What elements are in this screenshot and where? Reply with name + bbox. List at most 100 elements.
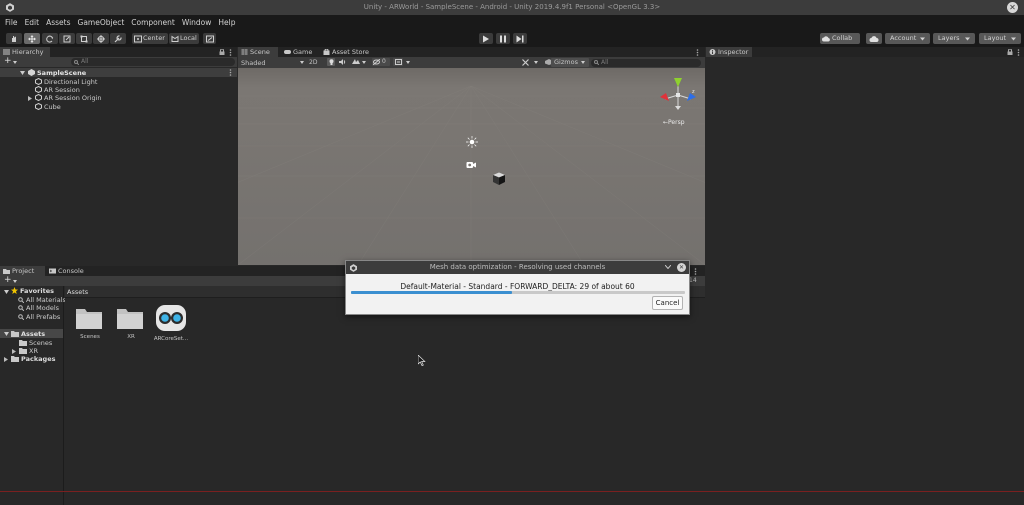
assets-root-item[interactable]: Assets [0,329,63,338]
chevron-down-icon[interactable] [20,71,25,75]
chevron-right-icon[interactable] [4,357,8,362]
mouse-cursor-icon [418,355,426,366]
menu-gameobject[interactable]: GameObject [78,18,125,27]
tab-scene[interactable]: Scene [238,47,278,57]
menu-file[interactable]: File [5,18,18,27]
menu-component[interactable]: Component [131,18,175,27]
favorite-all-prefabs[interactable]: All Prefabs [18,313,60,321]
asset-folder-xr[interactable]: XR [19,347,38,355]
layout-dropdown[interactable]: Layout [979,33,1021,44]
scene-root-row[interactable]: SampleScene [0,68,237,77]
pivot-center-toggle[interactable]: Center [132,33,168,44]
packages-root-item[interactable]: Packages [11,355,55,363]
scale-tool-button[interactable] [59,33,75,44]
audio-speaker-icon[interactable] [339,59,346,65]
chevron-down-icon[interactable] [665,265,671,269]
hand-tool-button[interactable] [6,33,22,44]
play-button[interactable] [479,33,493,44]
rotate-icon [46,35,54,43]
custom-tool-button[interactable] [110,33,126,44]
project-sidebar: Favorites All Materials All Models All P… [0,286,66,505]
hierarchy-item-cube[interactable]: Cube [35,102,61,111]
hierarchy-item-ar-session[interactable]: AR Session [35,85,80,94]
tab-project-label: Project [12,267,35,275]
cube-object[interactable] [491,171,506,186]
kebab-menu-icon[interactable] [696,49,699,56]
favorites-header[interactable]: Favorites [4,287,54,295]
pause-button[interactable] [496,33,510,44]
main-toolbar: Center Local Collab Account Layers Layou… [0,30,1024,47]
lock-icon[interactable] [1007,49,1013,55]
hierarchy-panel: Hierarchy + All SampleScene Directional … [0,47,237,265]
menu-window[interactable]: Window [182,18,212,27]
center-pivot-icon [134,35,142,42]
dialog-progress-fill [351,291,513,294]
menu-assets[interactable]: Assets [46,18,70,27]
step-button[interactable] [513,33,527,44]
collab-button[interactable]: Collab [820,33,860,44]
menu-help[interactable]: Help [218,18,235,27]
camera-gizmo-icon[interactable] [466,161,476,169]
layers-dropdown[interactable]: Layers [933,33,975,44]
camera-grid-icon [394,59,402,65]
dialog-close-icon[interactable]: ✕ [677,263,686,272]
directional-light-gizmo-icon[interactable] [466,136,478,148]
account-dropdown[interactable]: Account [885,33,930,44]
hierarchy-search-input[interactable]: All [71,58,235,66]
gizmos-dropdown[interactable]: Gizmos [551,58,589,67]
persp-label[interactable]: ←Persp [663,119,685,126]
rect-transform-icon [80,35,88,42]
asset-grid-item-arcore-settings[interactable]: ARCoreSet... [153,304,189,342]
kebab-menu-icon[interactable] [694,268,697,275]
hierarchy-item-directional-light[interactable]: Directional Light [35,77,97,86]
project-add-button[interactable]: + [4,275,12,285]
scene-search-input[interactable]: All [591,58,701,67]
account-label: Account [890,34,917,42]
asset-folder-scenes[interactable]: Scenes [19,339,52,347]
tab-asset-store[interactable]: Asset Store [320,47,374,57]
pivot-local-toggle[interactable]: Local [169,33,199,44]
hidden-objects-toggle[interactable]: 0 [372,58,390,66]
tab-console[interactable]: Console [46,266,88,276]
hand-icon [12,35,16,42]
effects-icon[interactable] [352,59,360,65]
tools-crossed-icon[interactable] [522,59,529,66]
chevron-down-icon [581,61,585,64]
kebab-menu-icon[interactable] [229,49,232,56]
dialog-message: Default-Material - Standard - FORWARD_DE… [400,282,635,291]
gameobject-cube-icon [35,102,42,111]
grid-snap-button[interactable] [203,33,216,44]
favorite-all-materials[interactable]: All Materials [18,296,66,304]
cloud-services-button[interactable] [866,33,882,44]
transform-tool-button[interactable] [93,33,109,44]
hierarchy-add-button[interactable]: + [4,56,12,66]
chevron-right-icon[interactable] [28,96,32,101]
kebab-menu-icon[interactable] [1017,49,1020,56]
tab-scene-label: Scene [250,48,270,56]
chevron-down-icon [406,61,410,64]
asset-grid-item-scenes[interactable]: Scenes [75,306,105,340]
asset-grid-item-xr[interactable]: XR [116,306,146,340]
scene-camera-button[interactable] [393,58,403,66]
rotate-tool-button[interactable] [42,33,58,44]
rect-tool-button[interactable] [76,33,92,44]
tab-game[interactable]: Game [281,47,315,57]
breadcrumb-assets[interactable]: Assets [67,288,88,296]
lock-icon[interactable] [219,49,225,55]
cancel-button[interactable]: Cancel [652,296,683,310]
folder-icon [11,330,19,337]
chevron-right-icon[interactable] [12,349,16,354]
chevron-down-icon [362,61,366,64]
scene-viewport[interactable]: z ←Persp [238,68,705,265]
axis-gizmo-icon[interactable]: z [658,77,702,111]
move-tool-button[interactable] [24,33,40,44]
menu-edit[interactable]: Edit [25,18,40,27]
favorite-all-models[interactable]: All Models [18,304,59,312]
window-close-icon[interactable]: ✕ [1007,2,1018,13]
tab-inspector[interactable]: Inspector [706,47,752,57]
kebab-menu-icon[interactable] [229,69,232,76]
shading-mode-dropdown[interactable]: Shaded [241,59,265,67]
lighting-toggle[interactable] [327,58,335,66]
mode-2d-toggle[interactable]: 2D [309,59,317,66]
hierarchy-item-ar-session-origin[interactable]: AR Session Origin [35,93,102,102]
